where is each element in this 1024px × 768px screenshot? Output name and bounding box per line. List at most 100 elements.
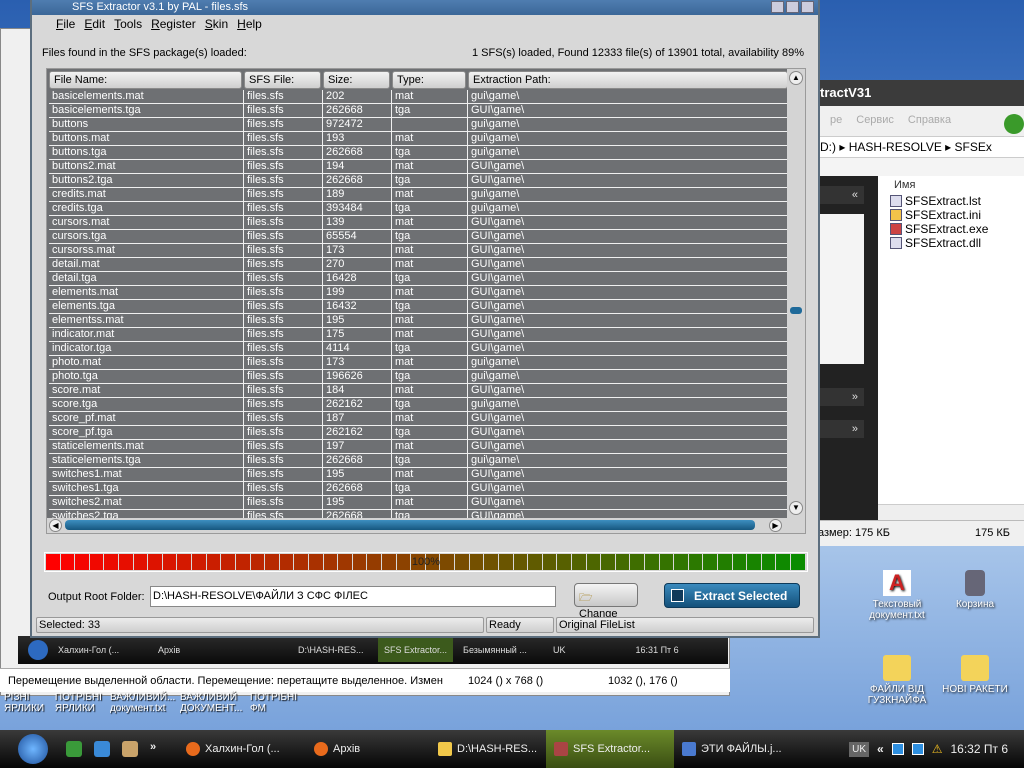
column-size[interactable]: Size: <box>323 71 390 89</box>
table-row[interactable]: score.mat files.sfs 184 mat GUI\game\ <box>49 384 787 398</box>
scroll-down-arrow-icon[interactable]: ▼ <box>789 501 803 515</box>
table-row[interactable]: basicelements.tga files.sfs 262668 tga GUI\g… <box>49 104 787 118</box>
table-row[interactable]: buttons.tga files.sfs 262668 tga gui\game\ <box>49 146 787 160</box>
change-folder-button[interactable]: 🗁 Change <box>574 583 638 620</box>
minimize-button[interactable] <box>771 1 784 13</box>
more-chevron-icon[interactable]: » <box>150 741 166 757</box>
horizontal-scrollbar-thumb[interactable] <box>65 520 755 530</box>
file-item[interactable]: SFSExtract.exe <box>890 222 1018 236</box>
extract-selected-button[interactable]: Extract Selected <box>664 583 800 608</box>
explorer-address-bar[interactable]: D:) ▸ HASH-RESOLVE ▸ SFSEx <box>816 136 1024 158</box>
desktop-label[interactable]: ПОТРІБНІ ЯРЛИКИ <box>55 692 102 722</box>
back-arrow-icon[interactable] <box>1004 114 1024 134</box>
task-sfs-extractor[interactable]: SFS Extractor... <box>546 730 674 768</box>
table-row[interactable]: indicator.mat files.sfs 175 mat GUI\game\ <box>49 328 787 342</box>
cell-file-name: indicator.tga <box>49 342 244 355</box>
desktop-label[interactable]: РІЗНІ ЯРЛИКИ <box>4 692 47 722</box>
maximize-button[interactable] <box>786 1 799 13</box>
explorer-menu-item[interactable]: Сервис <box>856 114 894 128</box>
table-row[interactable]: switches1.tga files.sfs 262668 tga GUI\game\ <box>49 482 787 496</box>
column-file-name[interactable]: File Name: <box>49 71 242 89</box>
expand-chevron-icon[interactable]: » <box>816 420 864 438</box>
desktop-icon-recycle-bin[interactable]: Корзина <box>930 570 1020 610</box>
close-button[interactable] <box>801 1 814 13</box>
snap-icon[interactable] <box>94 741 110 757</box>
explorer-menu-item[interactable]: ре <box>830 114 842 128</box>
table-row[interactable]: elements.mat files.sfs 199 mat GUI\game\ <box>49 286 787 300</box>
column-sfs-file[interactable]: SFS File: <box>244 71 321 89</box>
table-row[interactable]: indicator.tga files.sfs 4114 tga GUI\game\ <box>49 342 787 356</box>
menu-tools[interactable]: Tools <box>114 17 142 31</box>
language-indicator[interactable]: UK <box>849 741 870 757</box>
menu-edit[interactable]: Edit <box>84 17 105 31</box>
table-row[interactable]: photo.tga files.sfs 196626 tga gui\game\ <box>49 370 787 384</box>
table-row[interactable]: detail.mat files.sfs 270 mat GUI\game\ <box>49 258 787 272</box>
desktop-icon-folder[interactable]: НОВІ РАКЕТИ <box>930 655 1020 695</box>
desktop-label[interactable]: ПОТРІБНІ ФМ <box>250 692 300 722</box>
explorer-horizontal-scrollbar[interactable] <box>878 504 1024 520</box>
output-folder-input[interactable]: D:\HASH-RESOLVE\ФАЙЛИ З СФС ФІЛЕС <box>150 586 556 607</box>
file-item[interactable]: SFSExtract.ini <box>890 208 1018 222</box>
table-row[interactable]: cursors.mat files.sfs 139 mat GUI\game\ <box>49 216 787 230</box>
table-row[interactable]: credits.tga files.sfs 393484 tga gui\game\ <box>49 202 787 216</box>
menu-skin[interactable]: Skin <box>205 17 228 31</box>
table-row[interactable]: cursorss.mat files.sfs 173 mat GUI\game\ <box>49 244 787 258</box>
menu-file[interactable]: File <box>56 17 75 31</box>
cell-type: tga <box>392 398 468 411</box>
table-row[interactable]: staticelements.tga files.sfs 262668 tga gui\… <box>49 454 787 468</box>
table-row[interactable]: cursors.tga files.sfs 65554 tga GUI\game\ <box>49 230 787 244</box>
table-row[interactable]: detail.tga files.sfs 16428 tga GUI\game\ <box>49 272 787 286</box>
desktop-label[interactable]: ВАЖЛИВИЙ... документ.txt <box>110 692 175 722</box>
task-firefox-1[interactable]: Халхин-Гол (... <box>178 730 306 768</box>
scroll-right-arrow-icon[interactable]: ▶ <box>769 519 782 532</box>
table-row[interactable]: buttons files.sfs 972472 gui\game\ <box>49 118 787 132</box>
inner-screenshot-taskbar: Халхин-Гол (... Архів D:\HASH-RES... SFS… <box>18 636 728 664</box>
task-firefox-2[interactable]: Архів <box>306 730 430 768</box>
scroll-left-arrow-icon[interactable]: ◀ <box>49 519 62 532</box>
table-row[interactable]: basicelements.mat files.sfs 202 mat gui\game… <box>49 90 787 104</box>
globe-icon[interactable] <box>66 741 82 757</box>
folder-icon <box>961 655 989 681</box>
title-bar[interactable]: SFS Extractor v3.1 by PAL - files.sfs <box>32 0 818 15</box>
table-row[interactable]: buttons2.mat files.sfs 194 mat GUI\game\ <box>49 160 787 174</box>
file-item[interactable]: SFSExtract.dll <box>890 236 1018 250</box>
warning-icon[interactable]: ⚠ <box>932 742 943 756</box>
table-row[interactable]: score.tga files.sfs 262162 tga gui\game\ <box>49 398 787 412</box>
desktop-icon-folder[interactable]: ФАЙЛИ ВІД ГУЗКНАЙФА <box>852 655 942 706</box>
table-row[interactable]: buttons.mat files.sfs 193 mat gui\game\ <box>49 132 787 146</box>
tray-expand-icon[interactable]: « <box>877 742 884 756</box>
task-explorer[interactable]: D:\HASH-RES... <box>430 730 546 768</box>
table-row[interactable]: elementss.mat files.sfs 195 mat GUI\game\ <box>49 314 787 328</box>
task-paint[interactable]: ЭТИ ФАЙЛЫ.j... <box>674 730 790 768</box>
start-button[interactable] <box>18 734 48 764</box>
network-icon[interactable] <box>911 743 924 755</box>
table-row[interactable]: switches1.mat files.sfs 195 mat GUI\game\ <box>49 468 787 482</box>
network-icon[interactable] <box>891 743 904 755</box>
table-row[interactable]: switches2.mat files.sfs 195 mat GUI\game\ <box>49 496 787 510</box>
menu-register[interactable]: Register <box>151 17 196 31</box>
table-row[interactable]: staticelements.mat files.sfs 197 mat GUI\gam… <box>49 440 787 454</box>
collapse-chevron-icon[interactable]: « <box>816 186 864 204</box>
column-type[interactable]: Type: <box>392 71 466 89</box>
expand-chevron-icon[interactable]: » <box>816 388 864 406</box>
clock[interactable]: 16:32 Пт 6 <box>951 742 1009 756</box>
table-row[interactable]: score_pf.mat files.sfs 187 mat GUI\game\ <box>49 412 787 426</box>
vertical-scrollbar[interactable]: ▲ ▼ <box>787 69 805 519</box>
download-icon[interactable] <box>122 741 138 757</box>
desktop-label[interactable]: ВАЖЛИВИЙ ДОКУМЕНТ... <box>180 692 242 722</box>
column-extraction-path[interactable]: Extraction Path: <box>468 71 788 89</box>
table-row[interactable]: elements.tga files.sfs 16432 tga GUI\game\ <box>49 300 787 314</box>
table-row[interactable]: score_pf.tga files.sfs 262162 tga GUI\game\ <box>49 426 787 440</box>
table-row[interactable]: buttons2.tga files.sfs 262668 tga GUI\game\ <box>49 174 787 188</box>
scrollbar-thumb[interactable] <box>790 307 802 314</box>
progress-label: 100% <box>411 556 441 568</box>
table-row[interactable]: photo.mat files.sfs 173 mat gui\game\ <box>49 356 787 370</box>
file-item[interactable]: SFSExtract.lst <box>890 194 1018 208</box>
desktop-icon-text-document[interactable]: A Текстовый документ.txt <box>852 570 942 621</box>
explorer-menu-item[interactable]: Справка <box>908 114 951 128</box>
horizontal-scrollbar[interactable]: ◀ ▶ <box>47 518 805 533</box>
scroll-up-arrow-icon[interactable]: ▲ <box>789 71 803 85</box>
table-row[interactable]: credits.mat files.sfs 189 mat gui\game\ <box>49 188 787 202</box>
name-column-header[interactable]: Имя <box>884 176 1018 194</box>
menu-help[interactable]: Help <box>237 17 262 31</box>
